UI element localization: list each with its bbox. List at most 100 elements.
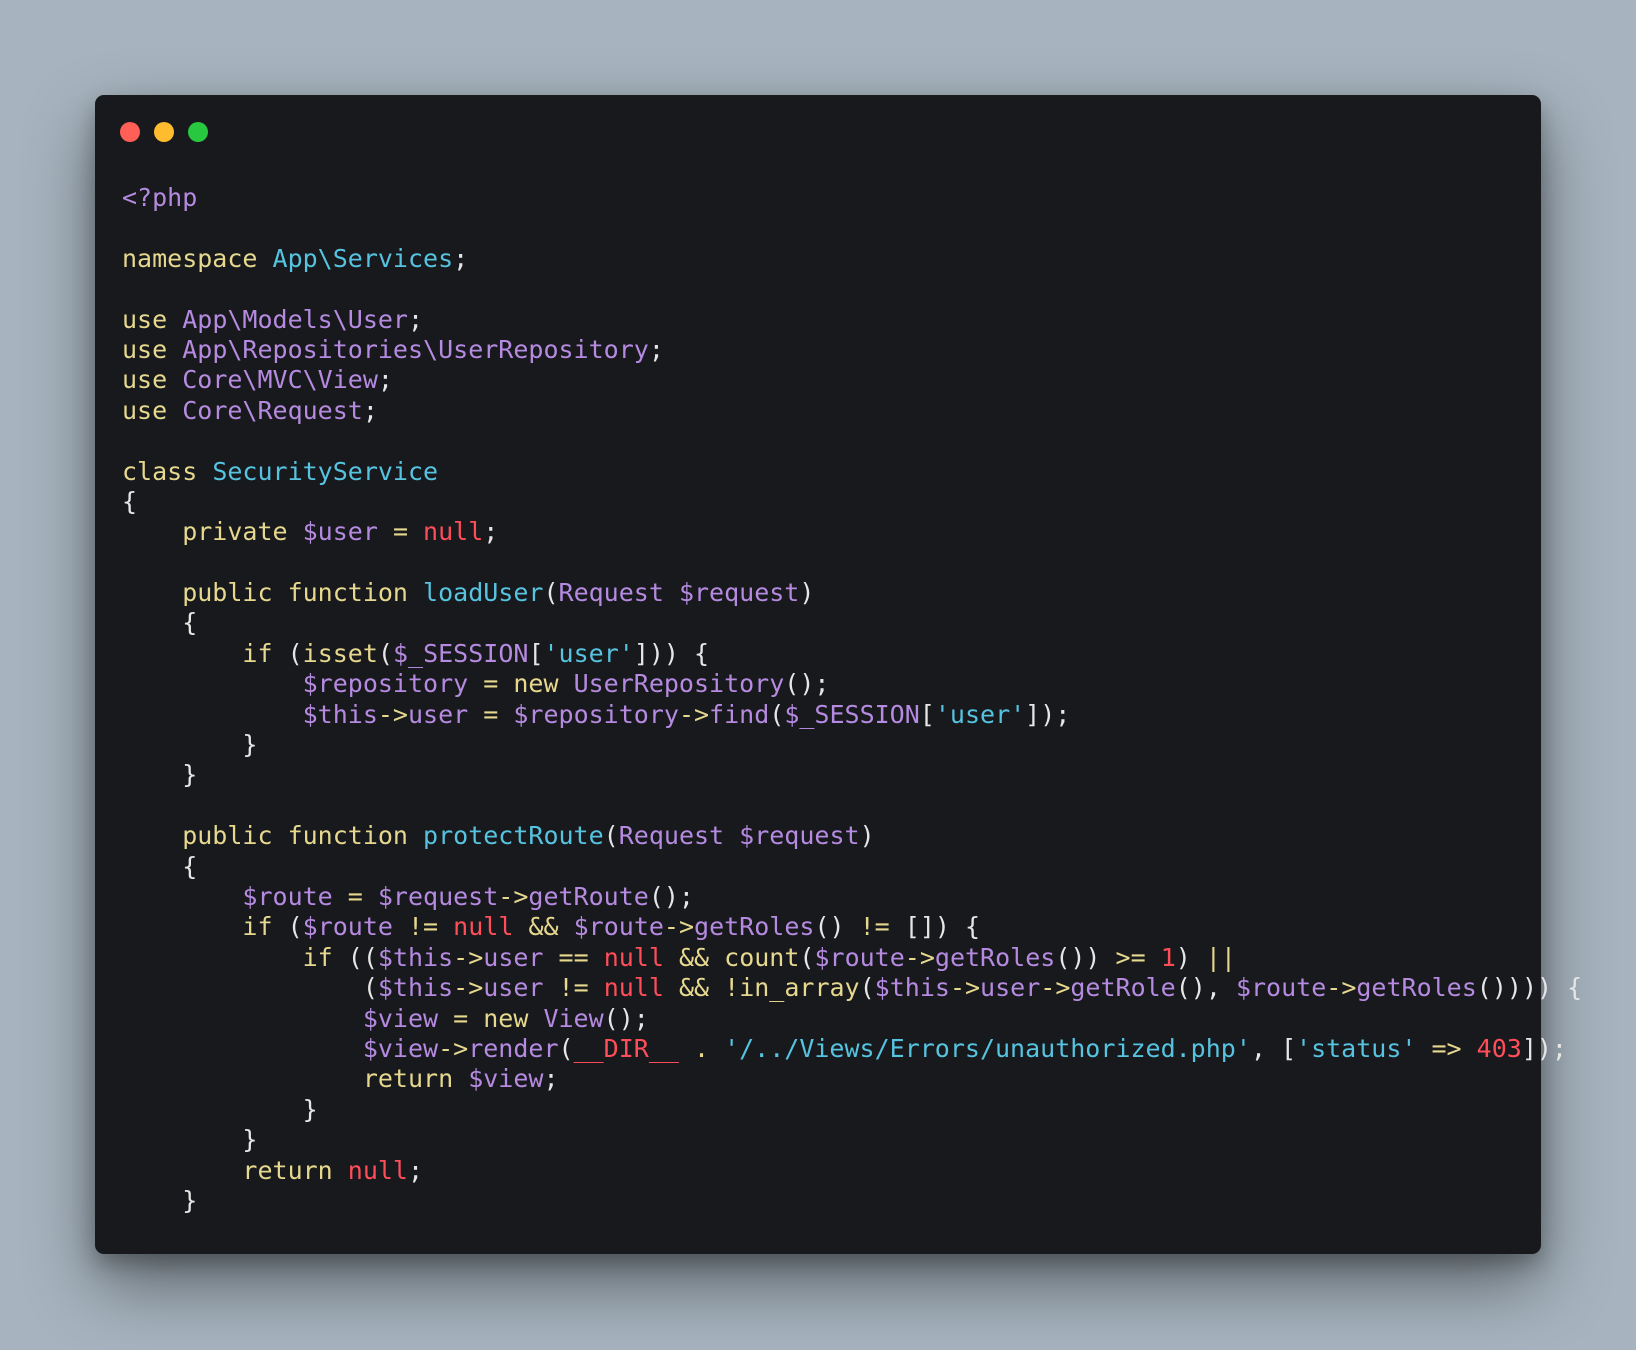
code-token: -> [377, 699, 408, 729]
code-token: != [392, 912, 454, 942]
code-line: if (isset($_SESSION['user'])) { [122, 639, 1582, 669]
code-token: $_SESSION [392, 638, 529, 668]
code-token: render [468, 1033, 559, 1063]
code-line: return null; [122, 1156, 1582, 1186]
code-line: use App\Models\User; [122, 305, 1582, 335]
code-token: View [543, 1003, 604, 1033]
code-token: (); [603, 1003, 649, 1033]
code-line: $route = $request->getRoute(); [122, 882, 1582, 912]
code-token: ; [377, 365, 393, 395]
code-token: } [122, 760, 198, 790]
code-token: null [347, 1155, 408, 1185]
code-token: loadUser [423, 578, 544, 608]
code-token: 1 [1160, 942, 1176, 972]
code-line: } [122, 730, 1582, 760]
code-token: if [122, 942, 348, 972]
code-token: 'user' [934, 699, 1026, 729]
code-token: find [709, 699, 770, 729]
code-token: use [122, 365, 183, 395]
code-token: Core\Request [182, 395, 363, 425]
code-line: use App\Repositories\UserRepository; [122, 335, 1582, 365]
code-token: = [377, 517, 424, 547]
code-token: ( [287, 638, 303, 668]
code-token: $route [1235, 973, 1327, 1003]
code-token: new [513, 669, 574, 699]
code-token: $route [302, 912, 393, 942]
code-token: $view [122, 1033, 439, 1063]
code-token: -> [438, 1033, 469, 1063]
code-token: -> [1040, 973, 1071, 1003]
code-line: if (($this->user == null && count($route… [122, 943, 1582, 973]
code-block: <?php namespace App\Services; use App\Mode… [122, 183, 1582, 1216]
code-token: ; [408, 304, 424, 334]
code-line: class SecurityService [122, 457, 1582, 487]
code-token: Request [558, 578, 679, 608]
code-token: user [483, 942, 544, 972]
code-token: $this [122, 699, 378, 729]
code-token: ; [543, 1064, 559, 1094]
code-line: } [122, 1125, 1582, 1155]
minimize-button[interactable] [154, 122, 174, 142]
code-line: use Core\Request; [122, 396, 1582, 426]
code-token: ) [799, 578, 815, 608]
code-token: new [483, 1003, 544, 1033]
code-line: { [122, 487, 1582, 517]
code-token: App\Services [272, 243, 454, 273]
code-token: [ [919, 699, 935, 729]
maximize-button[interactable] [188, 122, 208, 142]
code-token: -> [453, 973, 484, 1003]
code-token: user [483, 973, 544, 1003]
code-token: , [ [1250, 1033, 1297, 1063]
code-token: if [122, 638, 288, 668]
code-token: class [122, 456, 213, 486]
code-line: { [122, 852, 1582, 882]
code-token: ; [362, 395, 378, 425]
code-token: { [122, 486, 138, 516]
code-token: public [122, 821, 288, 851]
code-token: -> [949, 973, 981, 1003]
code-token: <?php [122, 183, 198, 212]
code-token: ( [377, 638, 393, 668]
code-token: == [543, 942, 604, 972]
code-token: $this [377, 973, 454, 1003]
code-token: != [543, 973, 604, 1003]
code-token: && [513, 912, 574, 942]
code-token: $route [122, 881, 333, 911]
code-token: ]); [1521, 1033, 1567, 1063]
code-token: } [122, 730, 258, 760]
code-token: ( [769, 699, 785, 729]
code-line: public function loadUser(Request $reques… [122, 578, 1582, 608]
code-token: use [122, 304, 183, 334]
code-token: [ [528, 638, 544, 668]
code-token: use [122, 395, 183, 425]
code-token: } [122, 1185, 198, 1215]
code-token: = [468, 669, 514, 699]
code-token: ! [724, 973, 740, 1003]
code-token: } [122, 1094, 318, 1124]
close-button[interactable] [120, 122, 140, 142]
code-token: ])) { [633, 638, 710, 668]
code-line: $view = new View(); [122, 1004, 1582, 1034]
code-token: $this [874, 973, 950, 1003]
code-token: function [287, 821, 424, 851]
code-token: __DIR__ [573, 1033, 679, 1063]
code-token: getRoles [694, 912, 815, 942]
code-token: protectRoute [423, 821, 604, 851]
code-token: null [603, 973, 664, 1003]
code-token: = [332, 881, 378, 911]
code-token: public [122, 578, 288, 608]
code-token: Core\MVC\View [182, 365, 378, 395]
code-token: []) { [889, 912, 981, 942]
code-token: ( [859, 973, 875, 1003]
code-line: namespace App\Services; [122, 244, 1582, 274]
code-token: ()) [1055, 942, 1116, 972]
code-token: UserRepository [573, 669, 785, 699]
code-token: -> [678, 699, 710, 729]
code-token: $route [814, 942, 905, 972]
code-token: ( [558, 1033, 574, 1063]
code-token: Request [618, 821, 740, 851]
code-token: App\Models\User [182, 304, 408, 334]
